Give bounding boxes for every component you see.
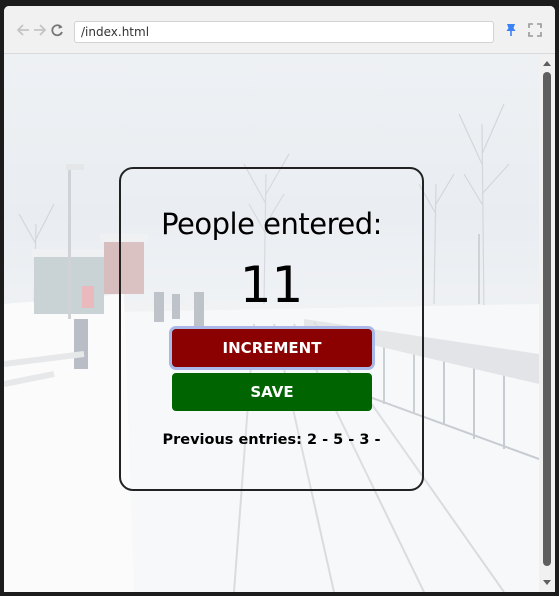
reload-icon[interactable] bbox=[50, 23, 64, 37]
browser-window: /index.html People entered: 11 INCREMENT… bbox=[4, 6, 555, 592]
counter-card: People entered: 11 INCREMENT SAVE Previo… bbox=[119, 167, 424, 491]
fullscreen-icon[interactable] bbox=[528, 23, 542, 37]
browser-toolbar: /index.html bbox=[4, 6, 555, 54]
address-text: /index.html bbox=[81, 25, 150, 39]
previous-entries: Previous entries: 2 - 5 - 3 - bbox=[162, 432, 381, 448]
vertical-scrollbar[interactable] bbox=[539, 54, 555, 592]
increment-button[interactable]: INCREMENT bbox=[172, 329, 372, 367]
page-title: People entered: bbox=[161, 207, 382, 241]
save-button[interactable]: SAVE bbox=[172, 373, 372, 411]
forward-arrow-icon[interactable] bbox=[33, 23, 47, 37]
page-viewport: People entered: 11 INCREMENT SAVE Previo… bbox=[4, 54, 539, 592]
scroll-up-arrow-icon[interactable] bbox=[542, 59, 552, 67]
scrollbar-thumb[interactable] bbox=[543, 72, 551, 566]
back-arrow-icon[interactable] bbox=[16, 23, 30, 37]
address-bar[interactable]: /index.html bbox=[74, 21, 494, 43]
people-count: 11 bbox=[239, 256, 304, 314]
pin-icon[interactable] bbox=[504, 23, 518, 37]
scroll-down-arrow-icon[interactable] bbox=[542, 579, 552, 587]
